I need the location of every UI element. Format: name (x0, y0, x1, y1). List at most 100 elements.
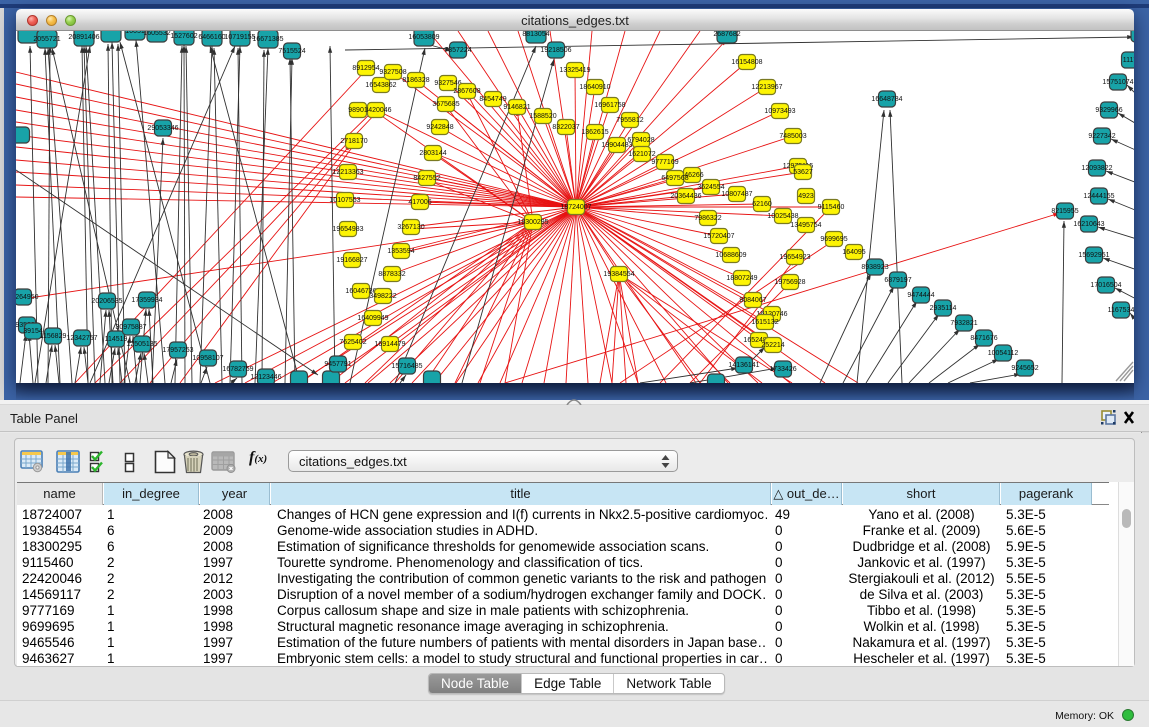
svg-text:12213363: 12213363 (332, 169, 363, 176)
svg-text:7357224: 7357224 (444, 47, 471, 54)
svg-text:2055721: 2055721 (33, 36, 60, 43)
svg-text:10973493: 10973493 (764, 108, 795, 115)
svg-text:16210643: 16210643 (1073, 221, 1104, 228)
svg-text:98901: 98901 (348, 107, 368, 114)
svg-text:1615132: 1615132 (751, 319, 778, 326)
svg-text:8215955: 8215955 (1051, 208, 1078, 215)
svg-text:2867608: 2867608 (453, 88, 480, 95)
svg-text:13325419: 13325419 (559, 67, 590, 74)
svg-text:17359934: 17359934 (131, 297, 162, 304)
svg-text:1605532: 1605532 (143, 31, 170, 37)
svg-text:16154808: 16154808 (731, 59, 762, 66)
svg-text:2803144: 2803144 (419, 150, 446, 157)
svg-text:15692951: 15692951 (1078, 252, 1109, 259)
svg-text:20206535: 20206535 (91, 298, 122, 305)
svg-text:17957253: 17957253 (162, 347, 193, 354)
svg-text:417006: 417006 (408, 199, 431, 206)
svg-text:252214: 252214 (761, 342, 784, 349)
svg-text:7932821: 7932821 (950, 320, 977, 327)
svg-text:6497568: 6497568 (661, 175, 688, 182)
svg-text:26264950: 26264950 (16, 294, 39, 301)
svg-text:7986322: 7986322 (694, 215, 721, 222)
svg-text:19654923: 19654923 (779, 254, 810, 261)
svg-text:12505135: 12505135 (126, 341, 157, 348)
svg-text:12444155: 12444155 (1083, 193, 1114, 200)
svg-text:9699695: 9699695 (820, 236, 847, 243)
svg-text:8813054: 8813054 (522, 31, 549, 38)
svg-text:19756928: 19756928 (774, 279, 805, 286)
svg-text:114519: 114519 (105, 336, 128, 343)
svg-text:16782759: 16782759 (222, 366, 253, 373)
svg-text:1353594: 1353594 (387, 248, 414, 255)
svg-text:14136141: 14136141 (728, 362, 759, 369)
svg-text:4923: 4923 (798, 193, 814, 200)
svg-text:16648784: 16648784 (871, 96, 902, 103)
svg-text:3624554: 3624554 (697, 184, 724, 191)
svg-text:3267130: 3267130 (397, 224, 424, 231)
svg-text:8427552: 8427552 (413, 175, 440, 182)
svg-text:20891406: 20891406 (68, 34, 99, 41)
svg-text:6466160: 6466160 (198, 34, 225, 41)
svg-text:1117: 1117 (1123, 57, 1134, 64)
svg-text:8454749: 8454749 (479, 96, 506, 103)
svg-text:15751074: 15751074 (1102, 79, 1133, 86)
svg-text:16543862: 16543862 (365, 82, 396, 89)
svg-text:2687682: 2687682 (713, 31, 740, 38)
svg-text:10054112: 10054112 (988, 350, 1019, 357)
svg-text:16671385: 16671385 (252, 36, 283, 43)
svg-text:9084067: 9084067 (739, 297, 766, 304)
svg-text:9327508: 9327508 (379, 69, 406, 76)
svg-text:7515524: 7515524 (278, 48, 305, 55)
svg-text:9777169: 9777169 (651, 159, 678, 166)
svg-text:2935114: 2935114 (930, 305, 957, 312)
svg-text:12342757: 12342757 (66, 335, 97, 342)
svg-text:20364436: 20364436 (670, 193, 701, 200)
svg-text:8938923: 8938923 (861, 264, 888, 271)
svg-text:18300295: 18300295 (517, 219, 548, 226)
svg-text:6879197: 6879197 (884, 277, 911, 284)
svg-text:1588520: 1588520 (529, 113, 556, 120)
svg-text:15716485: 15716485 (391, 363, 422, 370)
svg-text:2718170: 2718170 (340, 138, 367, 145)
svg-text:1362615: 1362615 (581, 129, 608, 136)
svg-text:10107553: 10107553 (329, 197, 360, 204)
svg-text:3675685: 3675685 (432, 101, 459, 108)
svg-text:12213967: 12213967 (751, 84, 782, 91)
svg-text:12123446: 12123446 (250, 374, 281, 381)
svg-text:7485003: 7485003 (779, 133, 806, 140)
svg-text:10958107: 10958107 (192, 355, 223, 362)
svg-text:6794028: 6794028 (627, 137, 654, 144)
svg-text:13495754: 13495754 (790, 222, 821, 229)
svg-text:29053346: 29053346 (147, 125, 178, 132)
svg-text:9329966: 9329966 (1095, 107, 1122, 114)
svg-text:164095: 164095 (842, 249, 865, 256)
svg-text:19218506: 19218506 (540, 47, 571, 54)
svg-text:19384554: 19384554 (603, 271, 634, 278)
svg-text:1156829: 1156829 (40, 333, 67, 340)
svg-text:1621072: 1621072 (628, 151, 655, 158)
svg-text:8471676: 8471676 (970, 335, 997, 342)
svg-text:9146821: 9146821 (503, 104, 530, 111)
svg-text:9242848: 9242848 (426, 124, 453, 131)
svg-text:10807487: 10807487 (721, 191, 752, 198)
svg-text:9474444: 9474444 (907, 292, 934, 299)
svg-text:53627: 53627 (793, 169, 813, 176)
svg-text:1167534: 1167534 (1108, 307, 1134, 314)
svg-text:8186328: 8186328 (402, 77, 429, 84)
svg-text:16053809: 16053809 (408, 34, 439, 41)
svg-text:16651: 16651 (125, 31, 145, 35)
svg-text:8322037: 8322037 (552, 124, 579, 131)
svg-text:10688609: 10688609 (715, 252, 746, 259)
svg-text:7625402: 7625402 (339, 339, 366, 346)
svg-text:9115460: 9115460 (818, 204, 845, 211)
svg-text:9327546: 9327546 (434, 80, 461, 87)
svg-text:8878332: 8878332 (378, 271, 405, 278)
svg-text:7955812: 7955812 (616, 117, 643, 124)
svg-text:9457791: 9457791 (324, 361, 351, 368)
svg-text:18724007: 18724007 (560, 204, 591, 211)
svg-text:9245652: 9245652 (1011, 365, 1038, 372)
svg-text:15720407: 15720407 (703, 233, 734, 240)
svg-text:18640910: 18640910 (579, 84, 610, 91)
svg-text:10025438: 10025438 (767, 213, 798, 220)
svg-text:1733426: 1733426 (769, 366, 796, 373)
